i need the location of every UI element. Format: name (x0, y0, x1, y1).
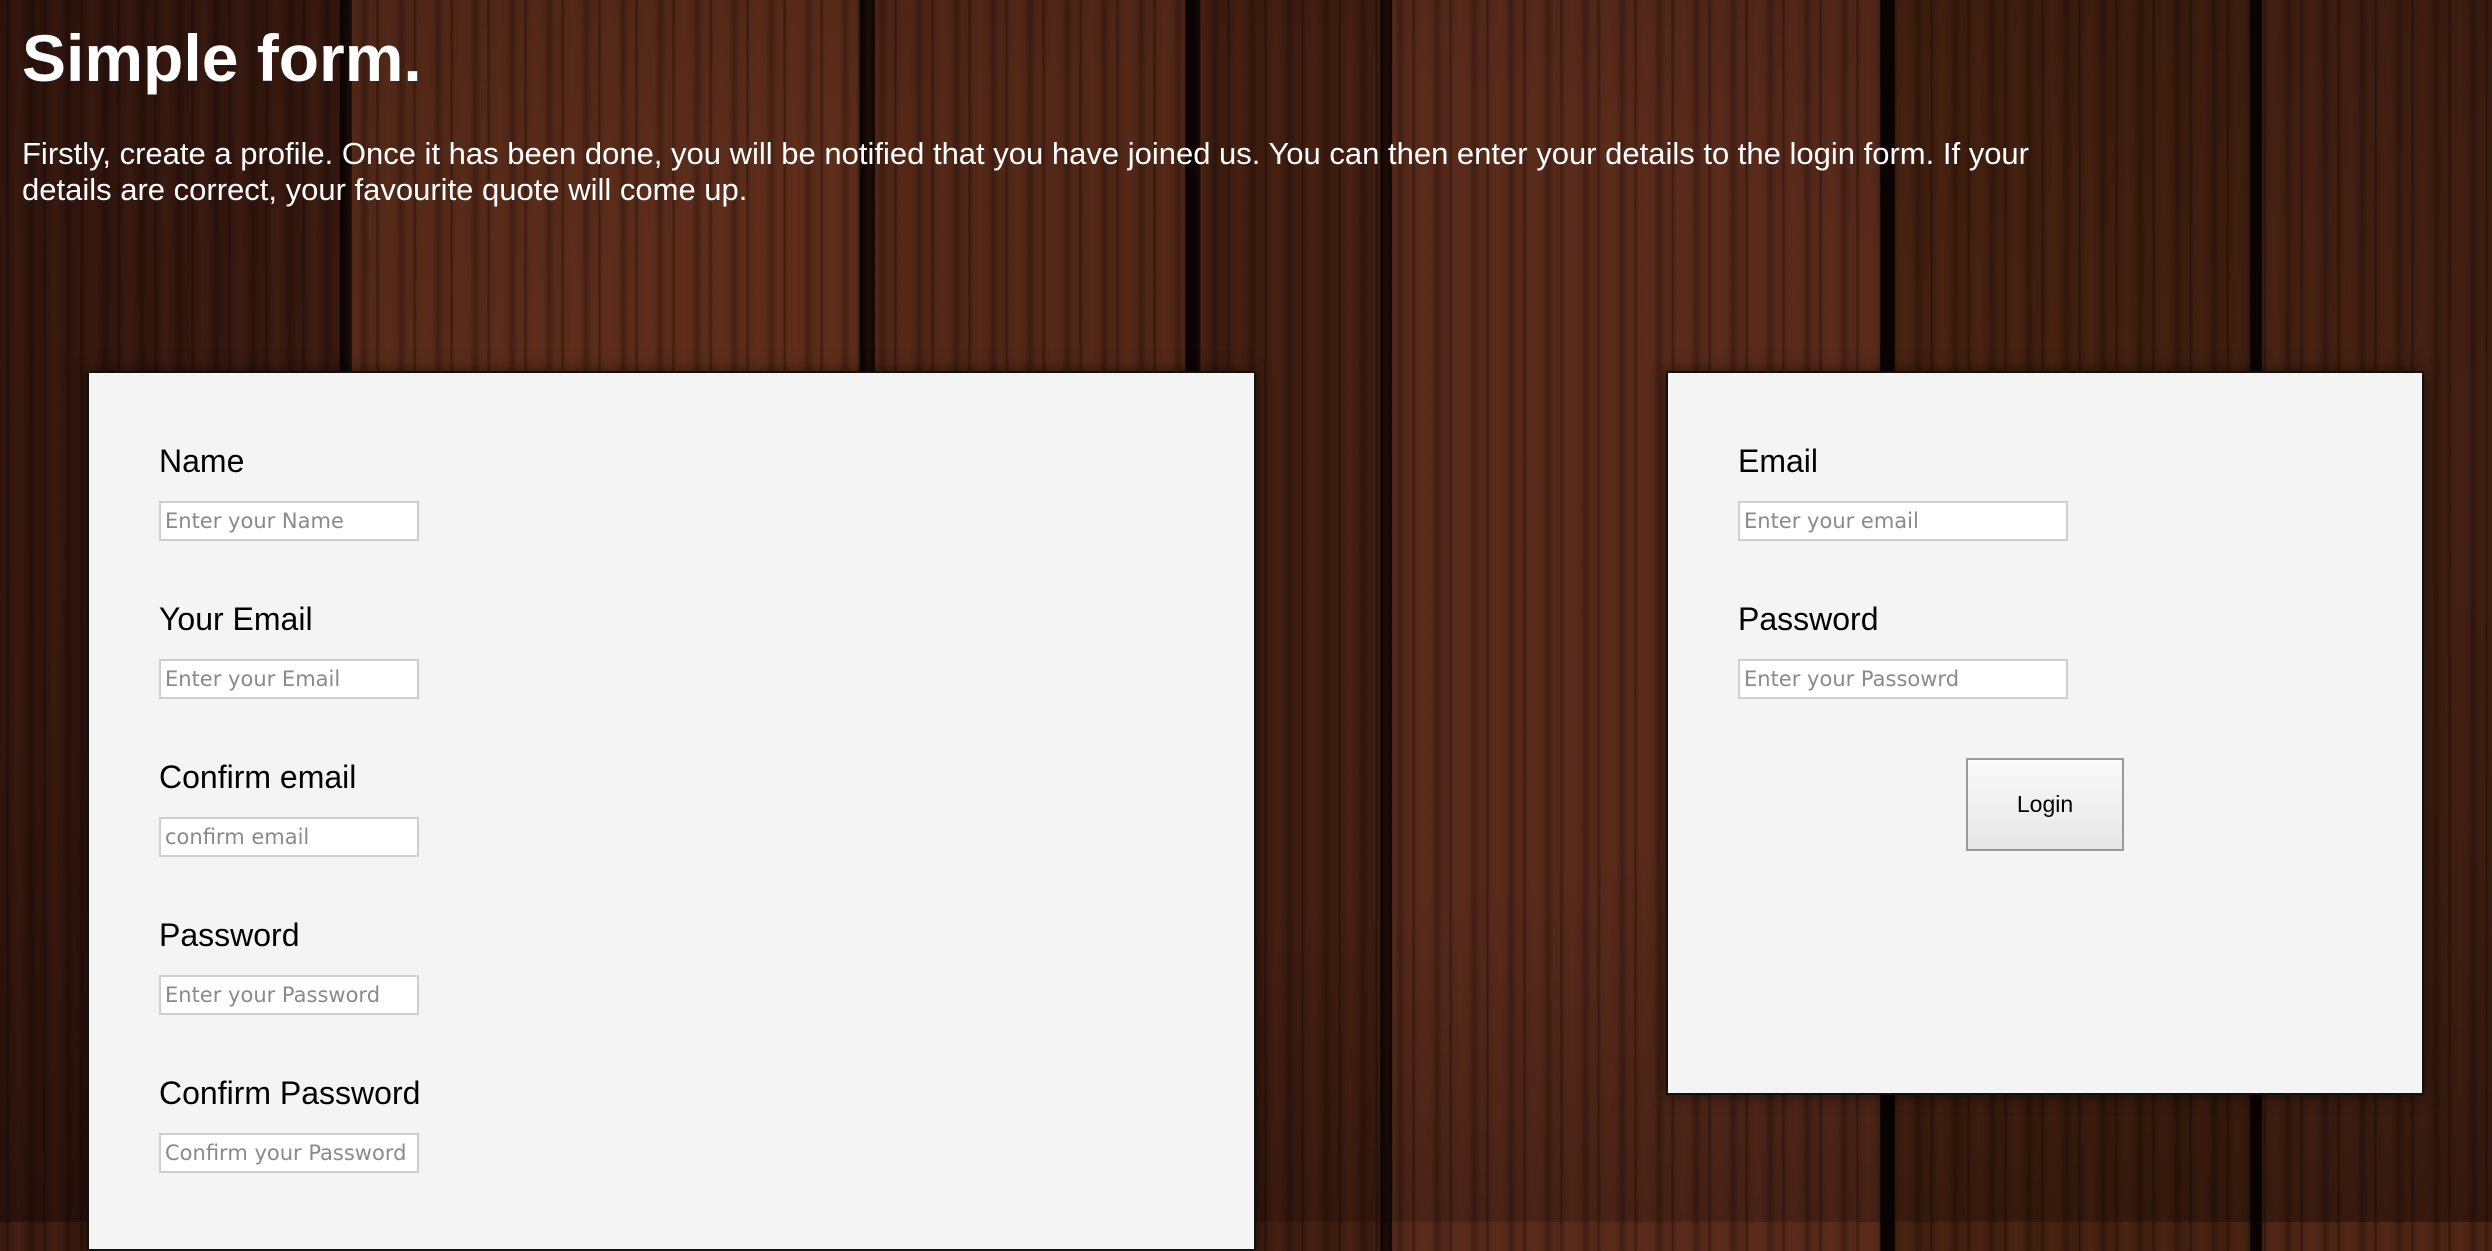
login-password-label: Password (1738, 601, 1879, 637)
name-input[interactable] (159, 501, 419, 541)
confirm-password-label: Confirm Password (159, 1075, 421, 1111)
login-email-input[interactable] (1738, 501, 2068, 541)
confirm-password-field: Confirm Password (159, 1075, 420, 1173)
login-form: Email Password Login (1666, 371, 2424, 1095)
name-field: Name (159, 443, 419, 541)
email-label: Your Email (159, 601, 313, 637)
confirm-email-field: Confirm email (159, 759, 419, 857)
login-password-field: Password (1738, 601, 2068, 699)
page-title: Simple form. (22, 21, 422, 95)
intro-text: Firstly, create a profile. Once it has b… (22, 136, 2029, 207)
login-email-field: Email (1738, 443, 2068, 541)
password-label: Password (159, 917, 300, 953)
confirm-email-label: Confirm email (159, 759, 357, 795)
login-button[interactable]: Login (1966, 758, 2124, 851)
login-email-label: Email (1738, 443, 1819, 479)
login-password-input[interactable] (1738, 659, 2068, 699)
email-field: Your Email (159, 601, 419, 699)
password-input[interactable] (159, 975, 419, 1015)
password-field: Password (159, 917, 419, 1015)
signup-form: Name Your Email Confirm email Password C… (87, 371, 1256, 1251)
name-label: Name (159, 443, 245, 479)
confirm-password-input[interactable] (159, 1133, 419, 1173)
email-input[interactable] (159, 659, 419, 699)
confirm-email-input[interactable] (159, 817, 419, 857)
page: { "page": { "title": "Simple form.", "in… (0, 0, 2492, 1251)
